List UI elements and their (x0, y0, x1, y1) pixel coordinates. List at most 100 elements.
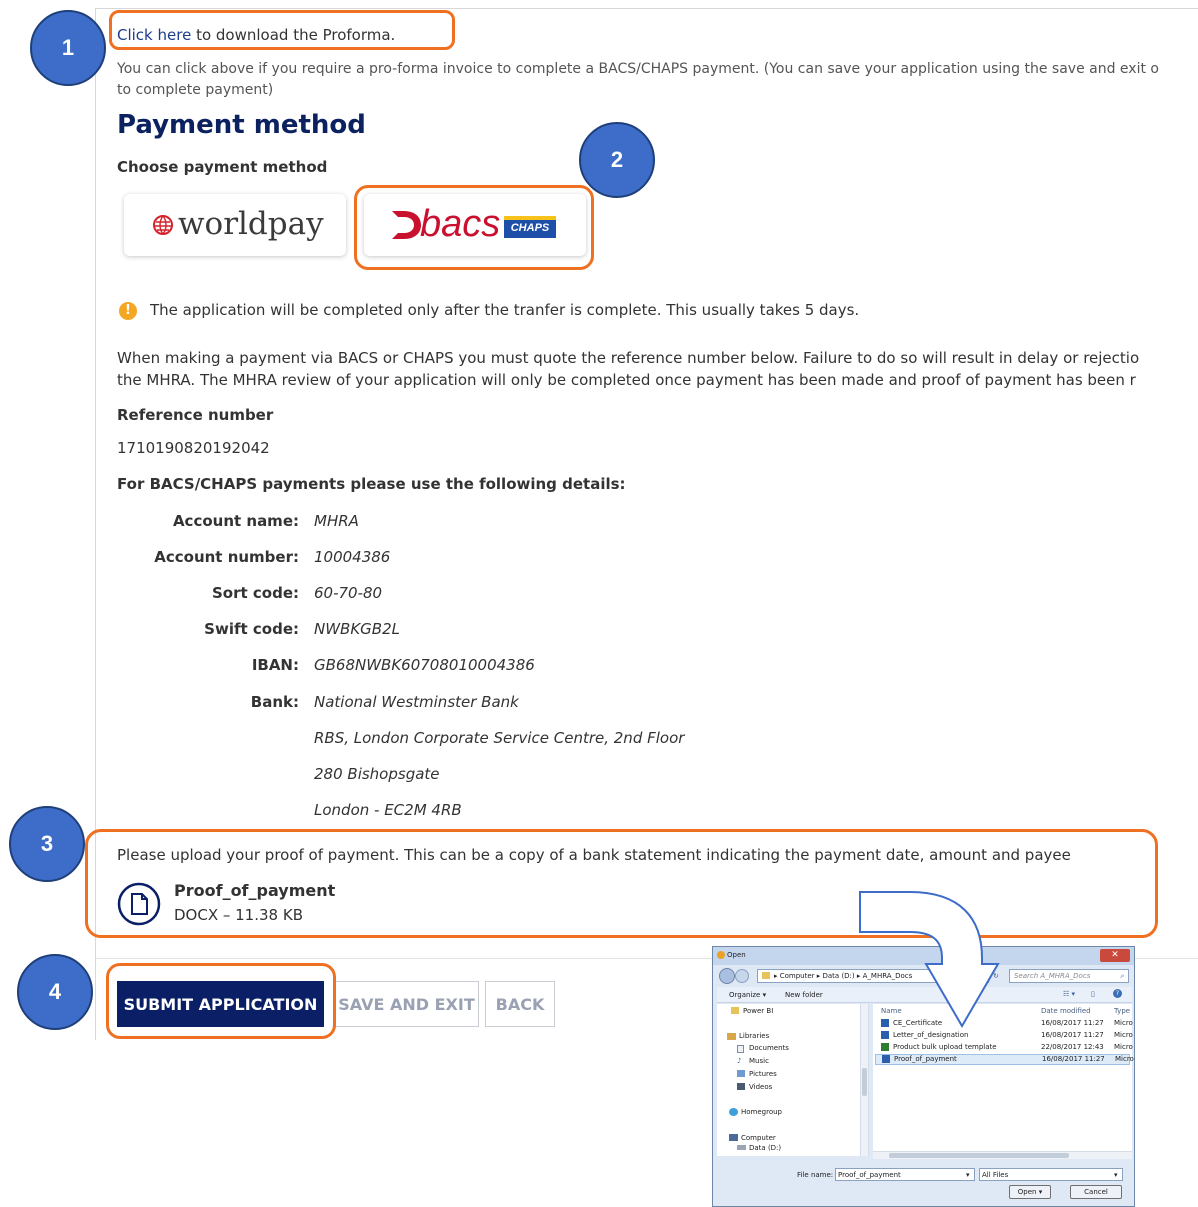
power-bi-folder-icon (731, 1007, 739, 1014)
file-name-dropdown-icon[interactable]: ▾ (966, 1171, 970, 1180)
pictures-icon (737, 1070, 745, 1077)
file-type-select[interactable]: All Files ▾ (979, 1168, 1123, 1181)
column-date-modified[interactable]: Date modified (1041, 1007, 1091, 1016)
search-icon: ⌕ (1120, 972, 1124, 980)
bank-details-heading: For BACS/CHAPS payments please use the f… (117, 475, 626, 493)
music-icon: ♪ (737, 1057, 742, 1065)
highlight-submit-button (106, 963, 336, 1039)
preview-pane-icon[interactable]: ▯ (1091, 990, 1095, 999)
highlight-proforma-link (109, 10, 455, 50)
nav-power-bi[interactable]: Power BI (743, 1007, 773, 1016)
file-row[interactable]: Product bulk upload template 22/08/2017 … (873, 1042, 1133, 1053)
file-row-selected[interactable]: Proof_of_payment 16/08/2017 11:27 Micro (875, 1054, 1134, 1065)
search-placeholder: Search A_MHRA_Docs (1014, 972, 1091, 980)
file-name-input[interactable]: Proof_of_payment ▾ (835, 1168, 975, 1181)
nav-scroll-thumb[interactable] (862, 1068, 867, 1096)
word-doc-icon (882, 1055, 890, 1063)
proforma-info-line1: You can click above if you require a pro… (117, 61, 1159, 77)
proforma-info-line2: to complete payment) (117, 82, 274, 98)
sort-code-value: 60-70-80 (314, 584, 383, 602)
warning-icon: ! (119, 302, 137, 320)
bank-value: National Westminster Bank (314, 693, 519, 711)
step-badge-4: 4 (17, 954, 93, 1030)
dialog-title: Open (727, 951, 746, 959)
nav-libraries[interactable]: Libraries (739, 1032, 769, 1041)
worldpay-logo-text: worldpay (178, 206, 324, 242)
save-and-exit-button[interactable]: SAVE AND EXIT (334, 981, 479, 1027)
account-name-value: MHRA (314, 512, 359, 530)
file-name: Letter_of_designation (893, 1031, 969, 1039)
reference-number-value: 1710190820192042 (117, 439, 270, 457)
bank-label: Bank: (250, 693, 299, 711)
step-badge-3: 3 (9, 806, 85, 882)
dialog-close-button[interactable]: ✕ (1100, 949, 1130, 962)
choose-payment-label: Choose payment method (117, 158, 328, 176)
documents-icon (737, 1045, 744, 1053)
forward-nav-icon[interactable] (735, 969, 749, 983)
word-doc-icon (881, 1031, 889, 1039)
file-type: Micro (1115, 1055, 1134, 1063)
file-type: Micro (1114, 1043, 1133, 1051)
file-list-scrollbar[interactable] (873, 1151, 1132, 1159)
step-badge-1: 1 (30, 10, 106, 86)
open-dropdown-icon[interactable]: ▾ (1039, 1188, 1043, 1196)
nav-documents[interactable]: Documents (749, 1044, 789, 1053)
nav-data-drive[interactable]: Data (D:) (749, 1144, 781, 1153)
back-nav-icon[interactable] (719, 968, 735, 984)
nav-computer[interactable]: Computer (741, 1134, 776, 1143)
view-options-icon[interactable]: ☷ ▾ (1063, 990, 1075, 999)
sort-code-label: Sort code: (211, 584, 299, 602)
folder-icon (762, 972, 770, 979)
organize-menu[interactable]: Organize ▾ (729, 991, 766, 1000)
file-date: 16/08/2017 11:27 (1041, 1019, 1104, 1027)
chrome-app-icon (717, 951, 725, 959)
payment-method-heading: Payment method (117, 110, 366, 140)
bank-address-line2: 280 Bishopsgate (314, 765, 440, 783)
open-button-label: Open (1017, 1188, 1037, 1196)
file-name: Proof_of_payment (894, 1055, 957, 1063)
file-type-dropdown-icon: ▾ (1114, 1171, 1118, 1179)
navigation-pane: Power BI Libraries Documents ♪ Music Pic… (717, 1004, 869, 1156)
drive-icon (737, 1145, 746, 1150)
worldpay-globe-icon (153, 215, 173, 235)
bank-address-line1: RBS, London Corporate Service Centre, 2n… (314, 729, 685, 747)
file-row[interactable]: Letter_of_designation 16/08/2017 11:27 M… (873, 1030, 1133, 1041)
back-button[interactable]: BACK (485, 981, 555, 1027)
excel-doc-icon (881, 1043, 889, 1051)
cancel-button[interactable]: Cancel (1070, 1185, 1122, 1199)
nav-homegroup[interactable]: Homegroup (741, 1108, 782, 1117)
file-date: 16/08/2017 11:27 (1041, 1031, 1104, 1039)
new-folder-button[interactable]: New folder (785, 991, 823, 1000)
account-name-label: Account name: (172, 512, 299, 530)
search-box[interactable]: Search A_MHRA_Docs ⌕ (1009, 969, 1129, 983)
open-button[interactable]: Open ▾ (1009, 1185, 1051, 1199)
account-number-value: 10004386 (314, 548, 391, 566)
file-date: 22/08/2017 12:43 (1041, 1043, 1104, 1051)
reference-notice-line1: When making a payment via BACS or CHAPS … (117, 349, 1140, 367)
swift-code-value: NWBKGB2L (314, 620, 400, 638)
libraries-icon (727, 1033, 736, 1040)
worldpay-logo: worldpay (178, 205, 324, 243)
reference-number-label: Reference number (117, 406, 274, 424)
transfer-warning: The application will be completed only a… (150, 301, 860, 319)
curved-arrow-icon (859, 891, 1000, 1028)
file-name-input-value: Proof_of_payment (838, 1171, 901, 1179)
iban-label: IBAN: (251, 656, 299, 674)
file-type: Micro (1114, 1031, 1133, 1039)
videos-icon (737, 1083, 745, 1090)
help-icon[interactable]: ? (1113, 989, 1122, 998)
file-name: Product bulk upload template (893, 1043, 997, 1051)
reference-notice-line2: the MHRA. The MHRA review of your applic… (117, 371, 1136, 389)
nav-pictures[interactable]: Pictures (749, 1070, 777, 1079)
bank-address-line3: London - EC2M 4RB (314, 801, 462, 819)
nav-videos[interactable]: Videos (749, 1083, 772, 1092)
column-type[interactable]: Type (1114, 1007, 1130, 1016)
homegroup-icon (729, 1108, 738, 1116)
file-date: 16/08/2017 11:27 (1042, 1055, 1105, 1063)
account-number-label: Account number: (154, 548, 299, 566)
computer-icon (729, 1134, 738, 1141)
nav-music[interactable]: Music (749, 1057, 769, 1066)
file-scroll-thumb[interactable] (889, 1153, 1069, 1158)
file-type: Micro (1114, 1019, 1133, 1027)
worldpay-option[interactable]: worldpay (124, 194, 346, 256)
